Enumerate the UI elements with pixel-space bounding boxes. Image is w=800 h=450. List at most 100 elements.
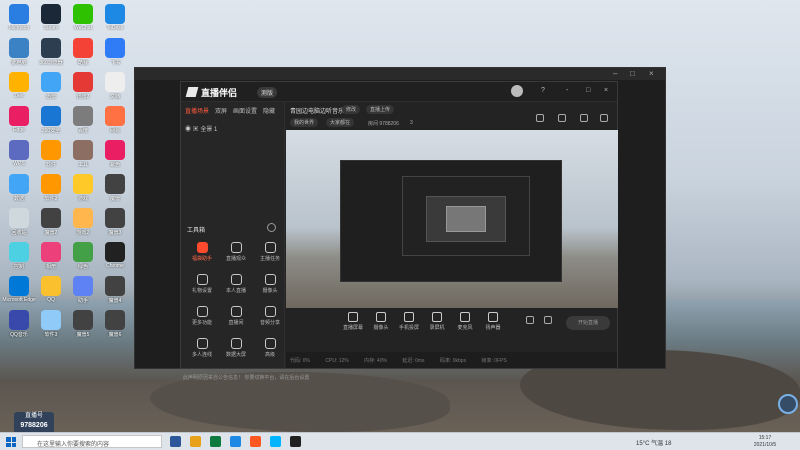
- tab-scene[interactable]: 直播场景: [185, 106, 209, 115]
- desktop-icon[interactable]: 魔兽5: [66, 310, 100, 338]
- desktop-icon[interactable]: 魔兽2: [34, 208, 68, 236]
- settings-icon[interactable]: [544, 316, 552, 324]
- desktop-icon[interactable]: Steam: [34, 4, 68, 31]
- tool-button[interactable]: 直播观众: [219, 242, 253, 262]
- clock[interactable]: 15:17 2021/10/5: [748, 435, 782, 449]
- desktop-icon[interactable]: 游戏: [66, 174, 100, 202]
- taskbar-app-icon[interactable]: [290, 436, 301, 447]
- desktop-icon[interactable]: 工具: [66, 140, 100, 168]
- desktop-icon[interactable]: 网易: [98, 106, 132, 134]
- start-live-button[interactable]: 开始直播: [566, 316, 610, 330]
- desktop-icon[interactable]: 软件: [34, 140, 68, 168]
- left-footer-notice[interactable]: 此声明原因来自公告信息！ 你要切换平台，请在后台设置: [183, 374, 309, 381]
- tool-button[interactable]: 多人连线: [185, 338, 219, 358]
- help-icon[interactable]: ?: [541, 87, 545, 94]
- desktop-icon[interactable]: 回收站: [2, 208, 36, 236]
- taskbar-app-icon[interactable]: [190, 436, 201, 447]
- close-icon[interactable]: ×: [604, 87, 608, 94]
- settings-icon[interactable]: [558, 114, 566, 122]
- tool-button[interactable]: 高级: [253, 338, 287, 358]
- desktop-icon[interactable]: 魔兽3: [98, 208, 132, 236]
- outer-close-icon[interactable]: ×: [649, 69, 654, 78]
- scene-item[interactable]: ◉ ▣ 全景 1: [185, 124, 217, 133]
- category-chip[interactable]: 大家都在: [326, 118, 355, 127]
- bottom-action-button[interactable]: 直播屏幕: [338, 312, 368, 331]
- desktop-icon[interactable]: WPS: [2, 140, 36, 167]
- desktop-icon[interactable]: 助手: [66, 276, 100, 304]
- avatar[interactable]: [511, 85, 523, 97]
- tool-button[interactable]: 摄像头: [253, 274, 287, 294]
- maximize-icon[interactable]: □: [586, 87, 590, 94]
- link-icon[interactable]: [600, 114, 608, 122]
- desktop-icon[interactable]: 绿色: [66, 242, 100, 270]
- desktop-icon[interactable]: 软件2: [34, 174, 68, 202]
- desktop-icon-label: Dev: [14, 93, 24, 99]
- game-chip[interactable]: 我的世界: [290, 118, 319, 127]
- desktop-icon[interactable]: 数据: [2, 174, 36, 202]
- desktop-icon[interactable]: 迅雷: [34, 72, 68, 100]
- windows-start-icon[interactable]: [6, 437, 16, 447]
- desktop-icon[interactable]: WeChat: [66, 4, 100, 31]
- tool-button[interactable]: 直播间: [219, 306, 253, 326]
- floating-round-button[interactable]: [778, 394, 798, 414]
- bottom-action-button[interactable]: 录屏机: [422, 312, 452, 331]
- desktop-icon[interactable]: Dev: [2, 72, 36, 99]
- upload-chip[interactable]: 直播上传: [366, 105, 395, 114]
- share-icon[interactable]: [536, 114, 544, 122]
- tab-dual[interactable]: 双屏: [215, 106, 227, 115]
- stream-preview[interactable]: [286, 130, 618, 308]
- outer-minimize-icon[interactable]: –: [613, 69, 617, 78]
- bell-icon[interactable]: [580, 114, 588, 122]
- desktop-icon[interactable]: 飞书: [98, 38, 132, 66]
- bottom-action-button[interactable]: 手机投屏: [394, 312, 424, 331]
- eye-icon[interactable]: ◉ ▣: [185, 127, 200, 133]
- desktop-icon[interactable]: 游戏2: [66, 208, 100, 236]
- desktop-icon[interactable]: 魔兽6: [98, 310, 132, 338]
- desktop-icon[interactable]: 控制: [2, 242, 36, 270]
- clock-icon[interactable]: [267, 223, 276, 232]
- tab-picture[interactable]: 画面设置: [233, 106, 257, 115]
- bottom-action-button[interactable]: 麦克风: [450, 312, 480, 331]
- desktop-icon[interactable]: Edge: [2, 106, 36, 133]
- bottom-action-button[interactable]: 摄像头: [366, 312, 396, 331]
- taskbar-app-icon[interactable]: [170, 436, 181, 447]
- desktop-icon[interactable]: 紫色: [98, 140, 132, 168]
- version-badge[interactable]: 测版: [257, 87, 278, 98]
- taskbar-app-icon[interactable]: [250, 436, 261, 447]
- tool-button[interactable]: 数据大屏: [219, 338, 253, 358]
- desktop-icon[interactable]: ToDesk: [98, 4, 132, 31]
- taskbar-search-input[interactable]: 在这里输入你要搜索的内容: [22, 435, 162, 448]
- bottom-action-button[interactable]: 扬声器: [478, 312, 508, 331]
- tool-button[interactable]: 更多功能: [185, 306, 219, 326]
- tool-button[interactable]: 音频分享: [253, 306, 287, 326]
- taskbar-app-icon[interactable]: [270, 436, 281, 447]
- minimize-icon[interactable]: -: [566, 87, 568, 94]
- taskbar-app-icon[interactable]: [210, 436, 221, 447]
- weather-text[interactable]: 15°C 气温 18: [636, 438, 671, 447]
- tool-button[interactable]: 本人直播: [219, 274, 253, 294]
- desktop-icon[interactable]: 软件3: [34, 310, 68, 338]
- desktop-icon[interactable]: 此电脑: [2, 38, 36, 66]
- change-chip[interactable]: 修改: [342, 105, 361, 114]
- layout-icon[interactable]: [526, 316, 534, 324]
- tool-button[interactable]: 礼物设置: [185, 274, 219, 294]
- desktop-icon[interactable]: Microsoft: [2, 4, 36, 31]
- taskbar-app-icon[interactable]: [230, 436, 241, 447]
- desktop-icon[interactable]: 迅雷2: [66, 72, 100, 100]
- desktop-icon[interactable]: 360安全: [34, 106, 68, 134]
- desktop-icon[interactable]: 百度: [66, 106, 100, 134]
- desktop-icon[interactable]: 文档: [98, 72, 132, 100]
- tool-button[interactable]: 主播任务: [253, 242, 287, 262]
- desktop-icon[interactable]: 魔兽: [98, 174, 132, 202]
- desktop-icon[interactable]: 魔兽4: [98, 276, 132, 304]
- desktop-icon[interactable]: Chrome: [98, 242, 132, 269]
- tool-button[interactable]: 福袋助手: [185, 242, 219, 262]
- outer-maximize-icon[interactable]: □: [630, 69, 635, 78]
- desktop-icon[interactable]: QQ: [34, 276, 68, 303]
- desktop-icon[interactable]: 360浏览器: [34, 38, 68, 66]
- desktop-icon[interactable]: 相册: [34, 242, 68, 270]
- desktop-icon[interactable]: Microsoft Edge: [2, 276, 36, 303]
- tab-hide[interactable]: 隐藏: [263, 106, 275, 115]
- desktop-icon[interactable]: QQ音乐: [2, 310, 36, 338]
- desktop-icon[interactable]: 酷我: [66, 38, 100, 66]
